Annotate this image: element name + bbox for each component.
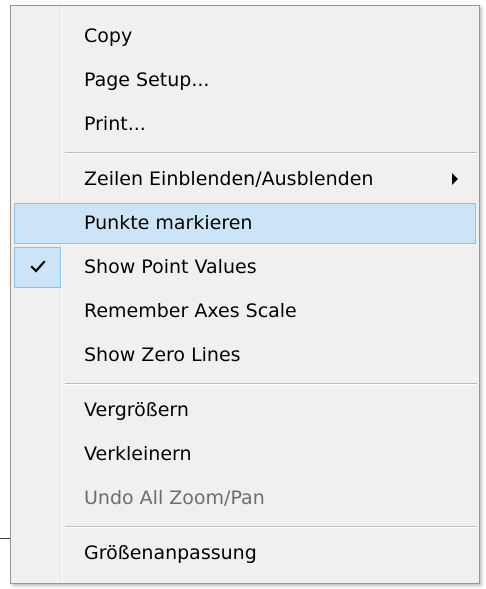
menu-item-label: Punkte markieren [84, 212, 253, 234]
menu-item-label: Show Point Values [84, 256, 257, 278]
menu-item-groessenanpassung[interactable]: Größenanpassung [14, 533, 476, 574]
menu-item-label: Remember Axes Scale [84, 300, 297, 322]
submenu-arrow-icon [452, 173, 458, 185]
background-chart-line [0, 538, 10, 539]
menu-item-verkleinern[interactable]: Verkleinern [14, 434, 476, 475]
context-menu: Copy Page Setup... Print... Zeilen Einbl… [10, 5, 480, 584]
menu-item-undo-all-zoom-pan: Undo All Zoom/Pan [14, 478, 476, 519]
menu-item-label: Copy [84, 25, 133, 47]
menu-separator [65, 526, 477, 528]
menu-item-label: Show Zero Lines [84, 344, 241, 366]
menu-item-copy[interactable]: Copy [14, 16, 476, 57]
menu-separator [65, 383, 477, 385]
menu-item-label: Verkleinern [84, 443, 192, 465]
check-icon [30, 260, 46, 273]
menu-item-punkte-markieren[interactable]: Punkte markieren [14, 203, 476, 244]
check-indicator [14, 247, 61, 288]
menu-item-vergroessern[interactable]: Vergrößern [14, 390, 476, 431]
menu-item-remember-axes-scale[interactable]: Remember Axes Scale [14, 291, 476, 332]
menu-item-show-point-values[interactable]: Show Point Values [14, 247, 476, 288]
menu-separator [65, 152, 477, 154]
menu-item-label: Undo All Zoom/Pan [84, 487, 265, 509]
menu-item-print[interactable]: Print... [14, 104, 476, 145]
menu-item-label: Zeilen Einblenden/Ausblenden [84, 168, 374, 190]
menu-item-label: Page Setup... [84, 69, 210, 91]
menu-item-show-zero-lines[interactable]: Show Zero Lines [14, 335, 476, 376]
menu-item-zeilen-einblenden-ausblenden[interactable]: Zeilen Einblenden/Ausblenden [14, 159, 476, 200]
screenshot-stage: Copy Page Setup... Print... Zeilen Einbl… [0, 0, 486, 589]
menu-item-label: Vergrößern [84, 399, 189, 421]
menu-item-label: Print... [84, 113, 146, 135]
menu-item-label: Größenanpassung [84, 542, 257, 564]
menu-item-page-setup[interactable]: Page Setup... [14, 60, 476, 101]
